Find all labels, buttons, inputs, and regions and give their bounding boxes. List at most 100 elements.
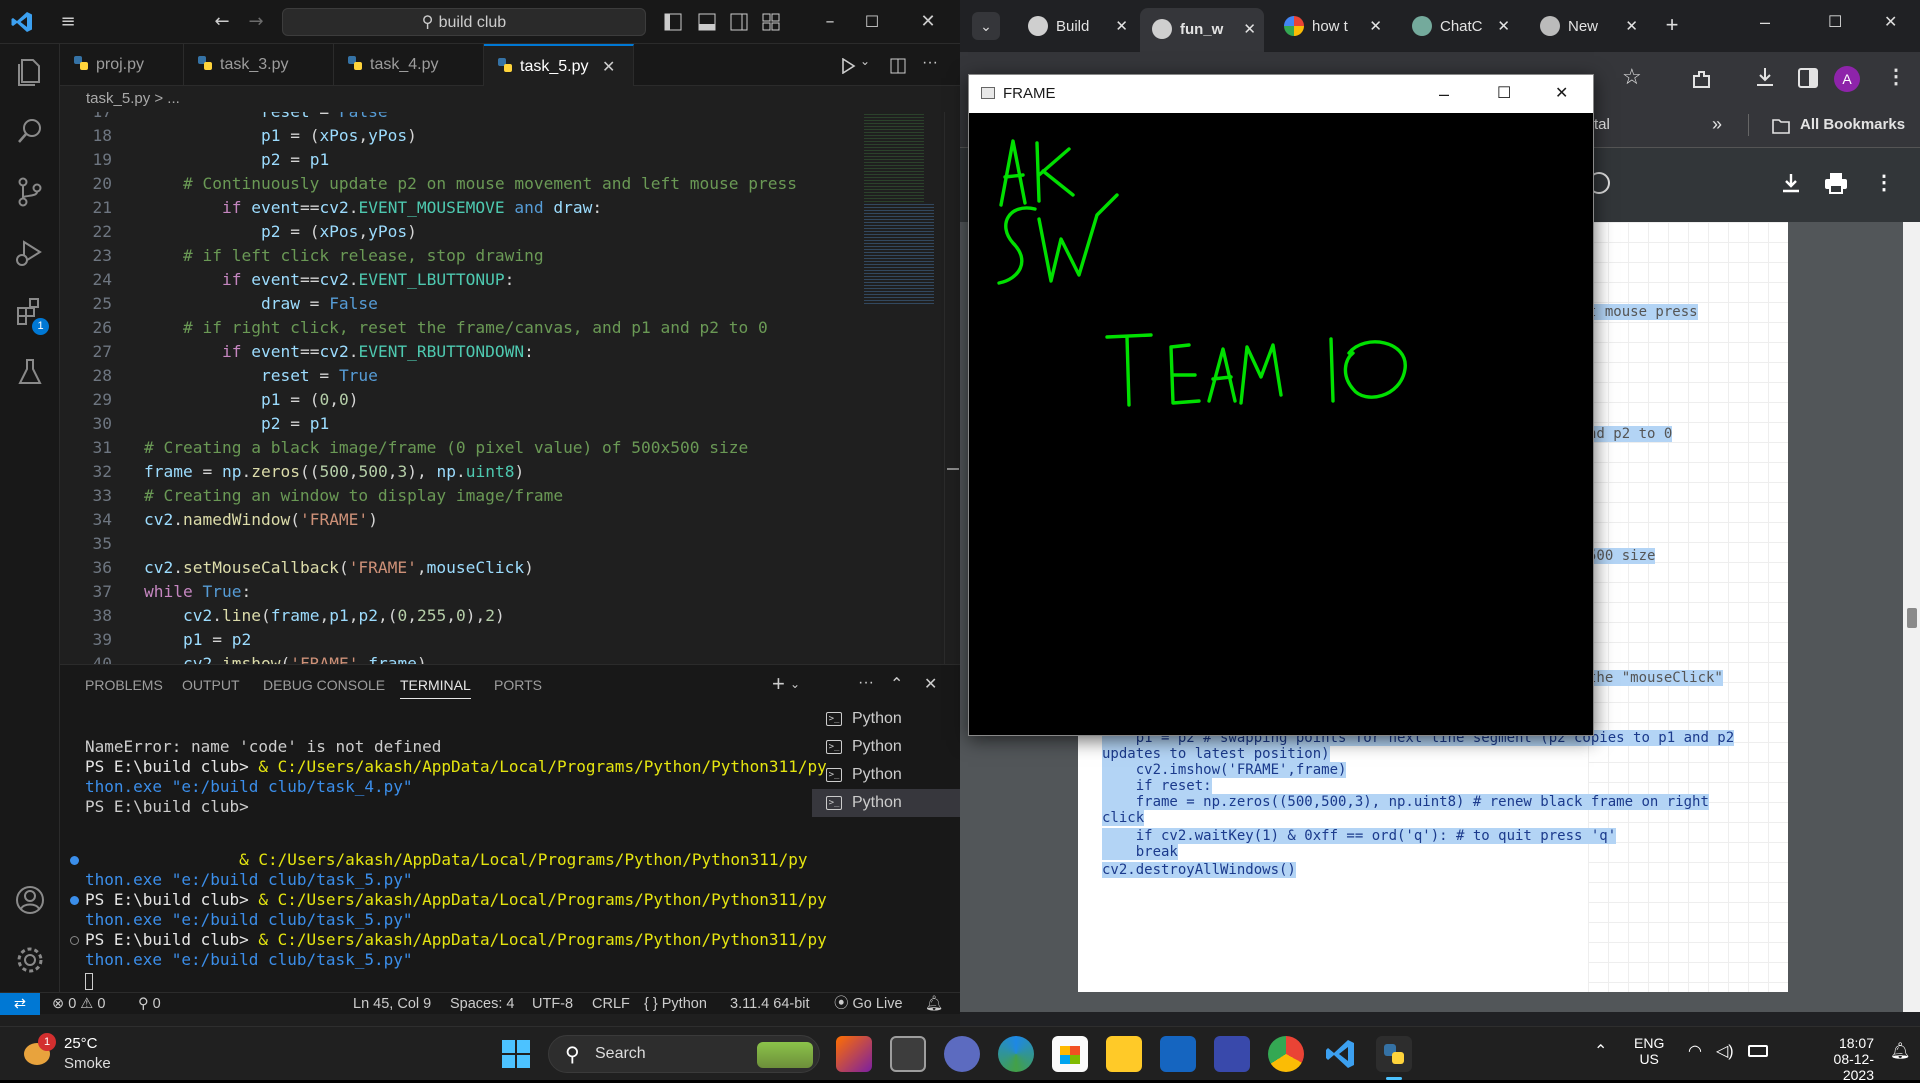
bookmark-star-icon[interactable]: ☆ xyxy=(1622,64,1642,90)
breadcrumb[interactable]: task_5.py > ... xyxy=(60,86,960,112)
split-editor-icon[interactable] xyxy=(890,58,906,74)
code-line[interactable]: 31 # Creating a black image/frame (0 pixe… xyxy=(60,436,858,460)
code-line[interactable]: 23 # if left click release, stop drawing xyxy=(60,244,858,268)
cursor-position[interactable]: Ln 45, Col 9 xyxy=(353,993,431,1015)
notifications-bell-icon[interactable]: 🔔︎ xyxy=(925,993,943,1015)
close-tab-icon[interactable]: ✕ xyxy=(1625,10,1638,44)
problems-status[interactable]: ⊗ 0 ⚠ 0 xyxy=(52,993,105,1015)
downloads-icon[interactable] xyxy=(1754,66,1776,88)
task-view-icon[interactable] xyxy=(890,1036,926,1072)
tab-search-chevron-icon[interactable]: ⌄ xyxy=(972,12,1000,40)
end-of-line[interactable]: CRLF xyxy=(592,993,630,1015)
code-line[interactable]: 39 p1 = p2 xyxy=(60,628,858,652)
toggle-primary-sidebar-icon[interactable] xyxy=(664,13,682,31)
mail-icon[interactable] xyxy=(1160,1036,1196,1072)
code-line[interactable]: 32 frame = np.zeros((500,500,3), np.uint8… xyxy=(60,460,858,484)
code-line[interactable]: 27 if event==cv2.EVENT_RBUTTONDOWN: xyxy=(60,340,858,364)
search-icon[interactable] xyxy=(12,114,48,150)
drawing-canvas[interactable] xyxy=(969,113,1593,735)
chrome-tab-chatgpt[interactable]: ChatC ✕ xyxy=(1398,10,1518,44)
file-explorer-icon[interactable] xyxy=(1106,1036,1142,1072)
taskbar-search[interactable]: ⚲ Search xyxy=(548,1035,820,1073)
close-tab-icon[interactable]: ✕ xyxy=(1369,10,1382,44)
testing-flask-icon[interactable] xyxy=(12,354,48,390)
toggle-panel-icon[interactable] xyxy=(698,13,716,31)
chrome-maximize-icon[interactable]: ☐ xyxy=(1828,12,1842,32)
indentation[interactable]: Spaces: 4 xyxy=(450,993,515,1015)
chrome-tab-fun-w[interactable]: fun_w ✕ xyxy=(1140,8,1264,52)
tab-task-3[interactable]: task_3.py xyxy=(184,44,334,86)
code-line[interactable]: 20 # Continuously update p2 on mouse mov… xyxy=(60,172,858,196)
chrome-tab-new[interactable]: New ✕ xyxy=(1526,10,1646,44)
chrome-tab-how-t[interactable]: how t ✕ xyxy=(1270,10,1390,44)
bookmarks-overflow-chevron-icon[interactable]: » xyxy=(1712,114,1722,135)
maximize-panel-chevron-up-icon[interactable]: ⌃ xyxy=(890,674,903,693)
code-line[interactable]: 28 reset = True xyxy=(60,364,858,388)
opencv-frame-window[interactable]: FRAME – ☐ ✕ xyxy=(968,74,1594,736)
language-mode[interactable]: { } Python xyxy=(644,993,707,1015)
close-tab-icon[interactable]: ✕ xyxy=(1243,8,1256,52)
frame-close-icon[interactable]: ✕ xyxy=(1555,75,1568,113)
menu-icon[interactable]: ≡ xyxy=(54,8,82,36)
encoding[interactable]: UTF-8 xyxy=(532,993,573,1015)
new-terminal-plus-icon[interactable]: + xyxy=(772,671,785,697)
code-line[interactable]: 36 cv2.setMouseCallback('FRAME',mouseClic… xyxy=(60,556,858,580)
source-control-icon[interactable] xyxy=(12,174,48,210)
minimize-icon[interactable]: – xyxy=(816,8,844,36)
frame-maximize-icon[interactable]: ☐ xyxy=(1497,75,1511,113)
pdf-scrollbar[interactable] xyxy=(1903,222,1920,1012)
tab-debug-console[interactable]: DEBUG CONSOLE xyxy=(263,677,385,699)
tab-output[interactable]: OUTPUT xyxy=(182,677,240,699)
tab-task-4[interactable]: task_4.py xyxy=(334,44,484,86)
app-icon-code-editor[interactable] xyxy=(1214,1036,1250,1072)
notification-bell-icon[interactable]: 🔔︎ xyxy=(1890,1041,1910,1061)
python-taskbar-icon[interactable] xyxy=(1376,1036,1412,1072)
new-tab-plus-icon[interactable]: + xyxy=(1658,12,1686,40)
code-line[interactable]: 33 # Creating an window to display image/… xyxy=(60,484,858,508)
run-and-debug-icon[interactable] xyxy=(12,234,48,270)
code-line[interactable]: 35 xyxy=(60,532,858,556)
code-line[interactable]: 38 cv2.line(frame,p1,p2,(0,255,0),2) xyxy=(60,604,858,628)
extensions-puzzle-icon[interactable] xyxy=(1690,68,1712,90)
all-bookmarks[interactable]: All Bookmarks xyxy=(1800,116,1905,133)
windows-start-icon[interactable] xyxy=(498,1036,534,1072)
code-editor[interactable]: 17 reset = False18 p1 = (xPos,yPos)19 p2… xyxy=(60,112,858,664)
remote-indicator-icon[interactable]: ⇄ xyxy=(0,993,40,1015)
chrome-minimize-icon[interactable]: – xyxy=(1760,12,1770,33)
chrome-taskbar-icon[interactable] xyxy=(1268,1036,1304,1072)
code-line[interactable]: 19 p2 = p1 xyxy=(60,148,858,172)
settings-gear-icon[interactable] xyxy=(12,942,48,978)
teams-icon[interactable] xyxy=(944,1036,980,1072)
wifi-icon[interactable]: ◠ xyxy=(1688,1041,1702,1061)
profile-avatar[interactable]: A xyxy=(1834,66,1860,92)
close-tab-icon[interactable]: ✕ xyxy=(1115,10,1128,44)
volume-icon[interactable]: ◁) xyxy=(1716,1041,1734,1061)
weather-widget[interactable]: 1 xyxy=(20,1033,56,1071)
battery-icon[interactable] xyxy=(1748,1045,1768,1057)
python-interpreter[interactable]: 3.11.4 64-bit xyxy=(730,993,810,1015)
chrome-menu-kebab-icon[interactable]: ⋮ xyxy=(1886,64,1906,89)
app-icon-paint[interactable] xyxy=(836,1036,872,1072)
pdf-more-kebab-icon[interactable]: ⋮ xyxy=(1874,170,1894,195)
tab-problems[interactable]: PROBLEMS xyxy=(85,677,163,699)
code-line[interactable]: 26 # if right click, reset the frame/can… xyxy=(60,316,858,340)
maximize-icon[interactable]: ☐ xyxy=(858,8,886,36)
code-line[interactable]: 30 p2 = p1 xyxy=(60,412,858,436)
vscode-taskbar-icon[interactable] xyxy=(1322,1036,1358,1072)
tab-close-icon[interactable]: ✕ xyxy=(602,46,615,88)
language-indicator[interactable]: ENG US xyxy=(1634,1035,1664,1067)
side-panel-icon[interactable] xyxy=(1798,68,1818,88)
code-line[interactable]: 24 if event==cv2.EVENT_LBUTTONUP: xyxy=(60,268,858,292)
code-line[interactable]: 37 while True: xyxy=(60,580,858,604)
forward-arrow-icon[interactable]: → xyxy=(242,8,270,36)
close-tab-icon[interactable]: ✕ xyxy=(1497,10,1510,44)
code-line[interactable]: 22 p2 = (xPos,yPos) xyxy=(60,220,858,244)
back-arrow-icon[interactable]: ← xyxy=(208,8,236,36)
close-panel-icon[interactable]: ✕ xyxy=(924,674,937,693)
code-line[interactable]: 25 draw = False xyxy=(60,292,858,316)
minimap[interactable] xyxy=(858,112,944,664)
terminal-list-item-active[interactable]: >_ Python xyxy=(812,789,960,817)
show-hidden-icons-chevron-icon[interactable]: ⌃ xyxy=(1594,1041,1607,1061)
more-actions-icon[interactable]: ··· xyxy=(922,54,938,72)
terminal-list-item[interactable]: >_ Python xyxy=(812,733,960,761)
